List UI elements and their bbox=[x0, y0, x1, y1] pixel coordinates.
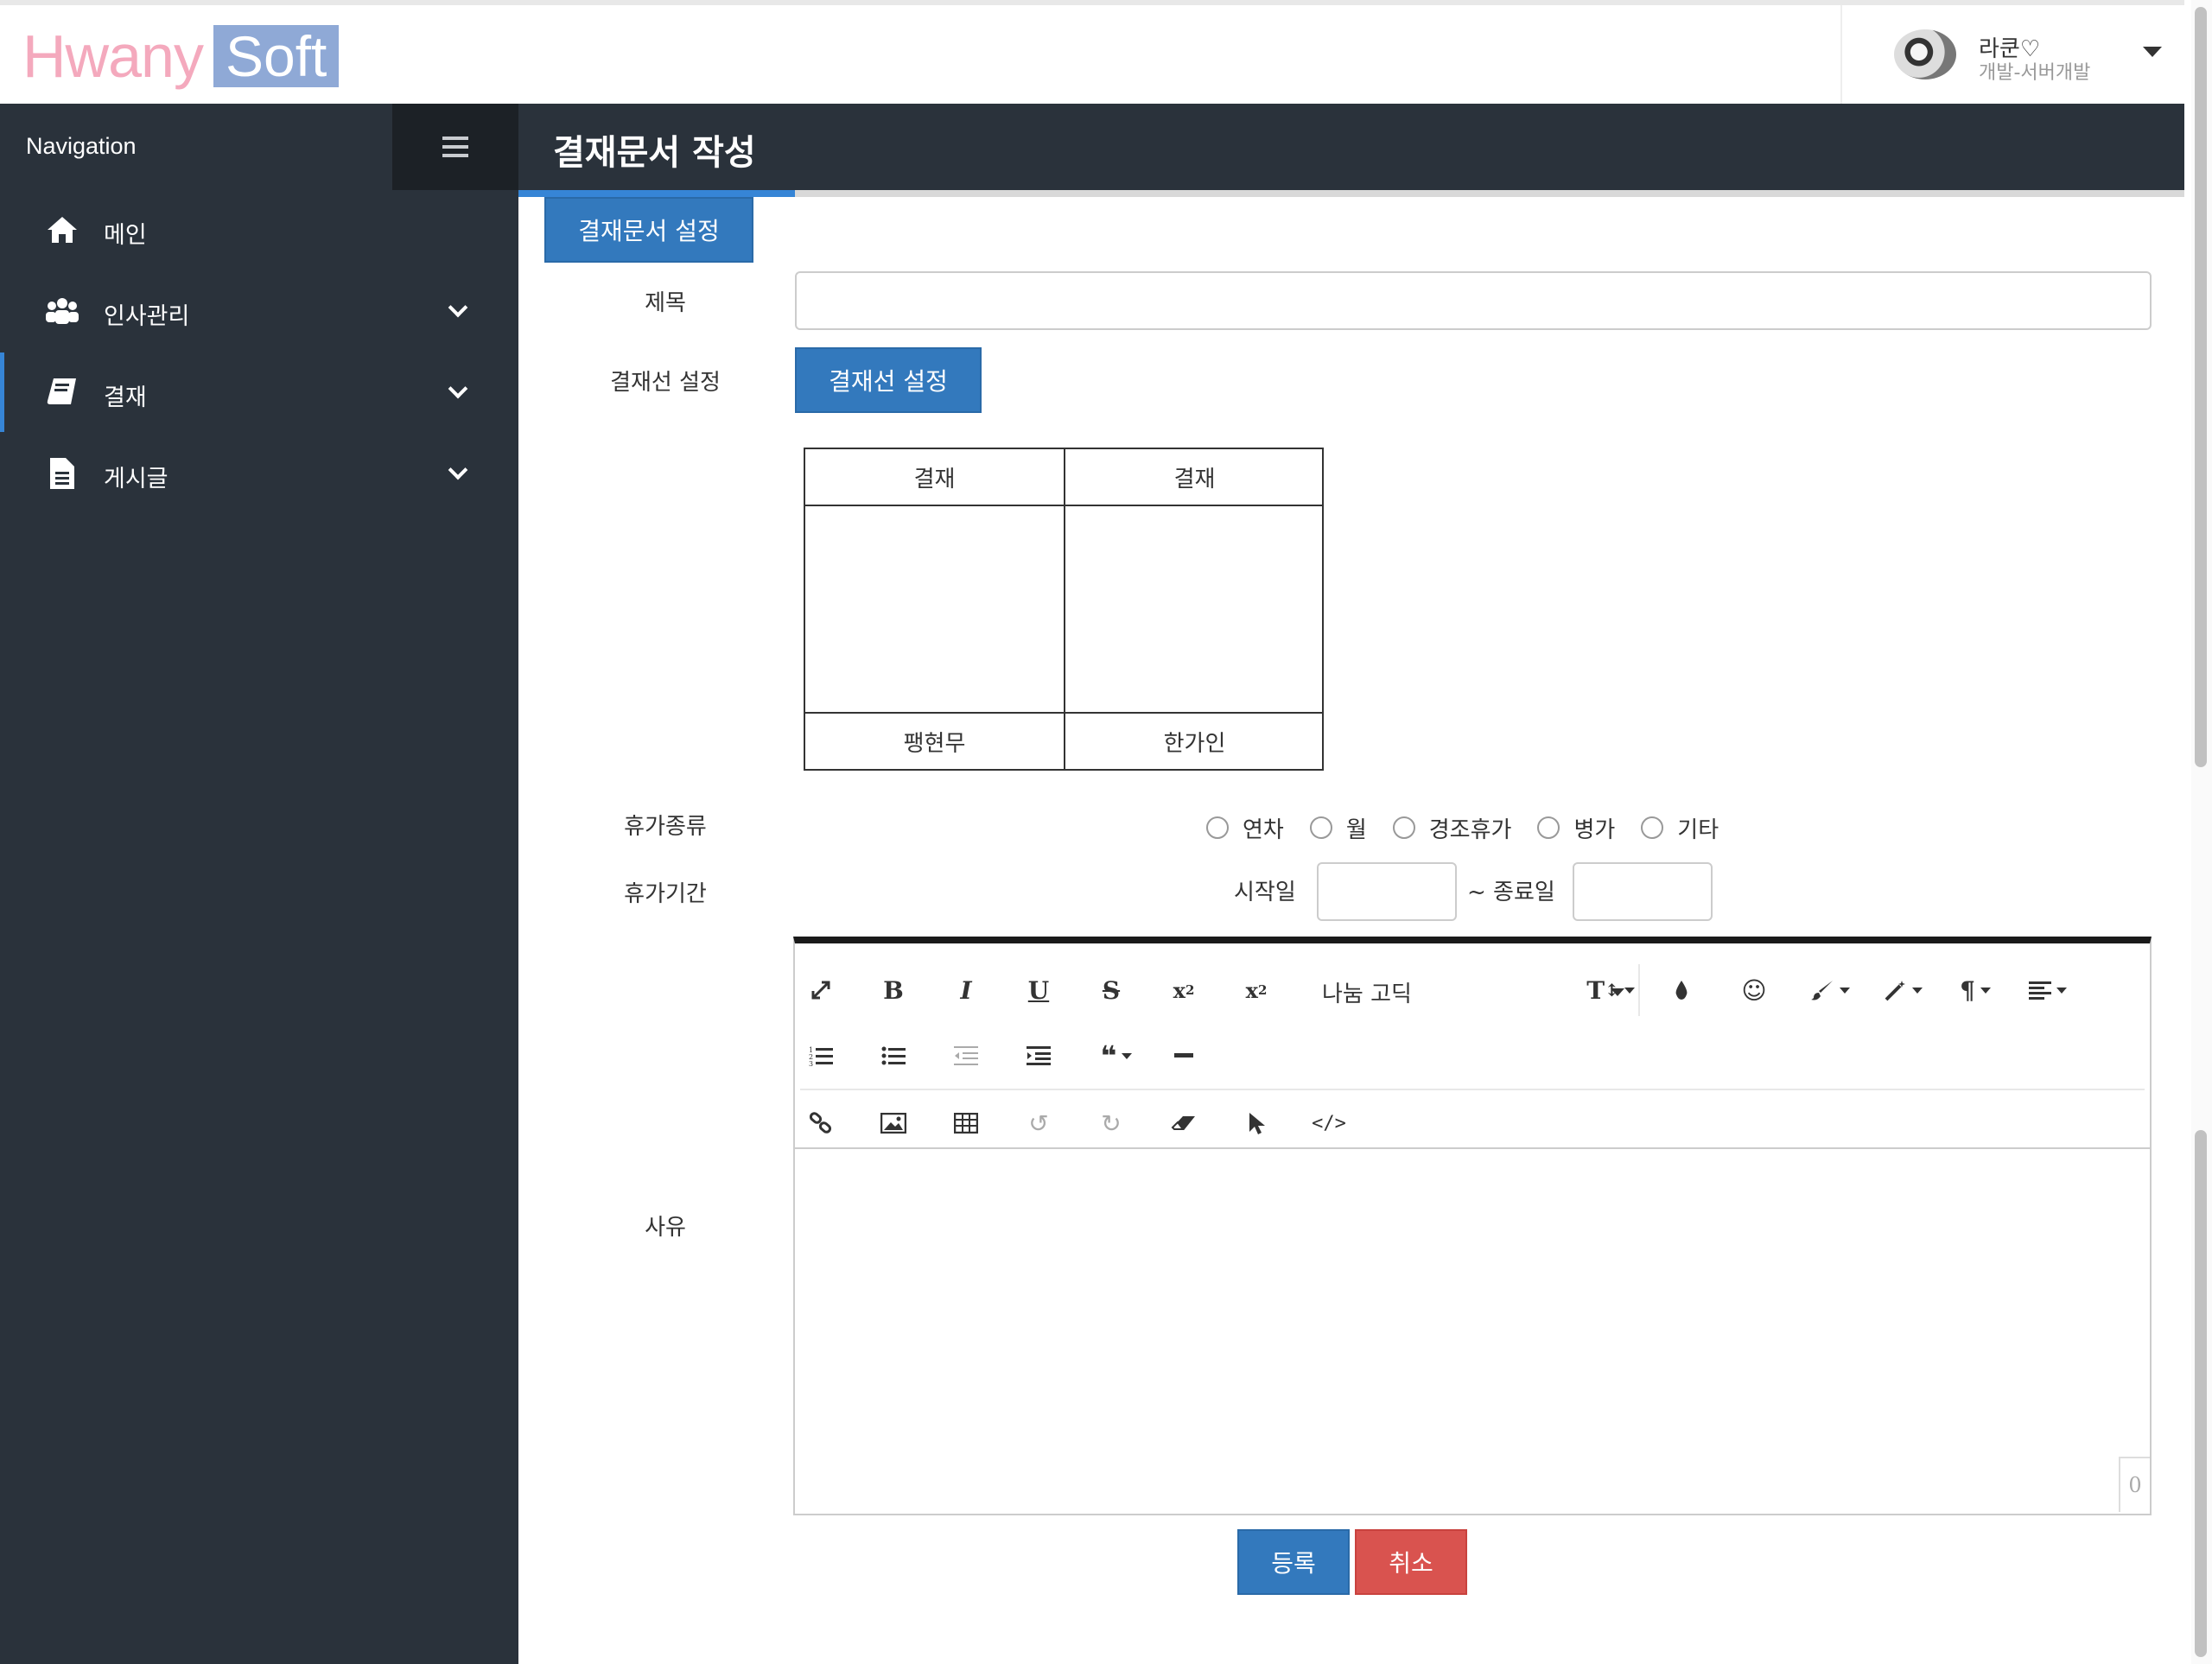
sidebar: Navigation 메인 인사관리 결재 게시글 bbox=[0, 104, 518, 1664]
image-icon[interactable] bbox=[868, 1099, 919, 1147]
approval-line-label: 결재선 설정 bbox=[610, 370, 721, 396]
chevron-down-icon bbox=[448, 378, 468, 399]
radio-label: 경조휴가 bbox=[1428, 816, 1512, 843]
radio-family-event[interactable] bbox=[1392, 816, 1415, 839]
magic-icon[interactable] bbox=[1872, 966, 1934, 1014]
sidebar-item-approval[interactable]: 결재 bbox=[0, 352, 518, 432]
radio-monthly[interactable] bbox=[1309, 816, 1332, 839]
approver-name-1: 팽현무 bbox=[903, 730, 966, 757]
sidebar-item-main[interactable]: 메인 bbox=[0, 190, 518, 270]
hamburger-icon bbox=[442, 137, 468, 140]
radio-annual[interactable] bbox=[1206, 816, 1229, 839]
link-icon[interactable] bbox=[795, 1099, 847, 1147]
unordered-list-icon[interactable] bbox=[868, 1032, 919, 1080]
subject-input[interactable] bbox=[795, 271, 2152, 330]
radio-label: 연차 bbox=[1243, 816, 1284, 843]
color-drop-icon[interactable] bbox=[1656, 966, 1707, 1014]
end-date-label: ~ 종료일 bbox=[1467, 880, 1555, 905]
brand-logo[interactable]: Hwany Soft bbox=[22, 22, 340, 90]
character-counter: 0 bbox=[2119, 1457, 2150, 1512]
approver-name-2: 한가인 bbox=[1163, 730, 1226, 757]
page-title: 결재문서 작성 bbox=[553, 133, 756, 173]
outdent-icon[interactable] bbox=[940, 1032, 992, 1080]
logo-text-soft: Soft bbox=[213, 25, 340, 87]
rich-text-editor: B I U S x2 x2 나눔 고딕 T ↕ ☺ ¶ 123 ❝ ↺ ↻ </… bbox=[793, 937, 2152, 1515]
book-icon bbox=[47, 378, 76, 404]
bold-icon[interactable]: B bbox=[868, 966, 919, 1014]
submit-button[interactable]: 등록 bbox=[1237, 1529, 1350, 1595]
sidebar-title: Navigation bbox=[26, 133, 137, 159]
cancel-button[interactable]: 취소 bbox=[1355, 1529, 1467, 1595]
chevron-down-icon[interactable] bbox=[2143, 47, 2162, 57]
underline-icon[interactable]: U bbox=[1013, 966, 1065, 1014]
user-position: 개발-서버개발 bbox=[1979, 62, 2091, 84]
superscript-icon[interactable]: x2 bbox=[1230, 966, 1282, 1014]
approval-stamp-1 bbox=[805, 506, 1064, 712]
page-header: 결재문서 작성 bbox=[518, 104, 2184, 190]
leave-period-label: 휴가기간 bbox=[624, 881, 707, 907]
subject-label: 제목 bbox=[645, 290, 686, 316]
approval-table: 결재 결재 팽현무 한가인 bbox=[804, 448, 1324, 771]
sidebar-header: Navigation bbox=[0, 104, 518, 190]
sidebar-item-posts[interactable]: 게시글 bbox=[0, 434, 518, 513]
user-menu[interactable]: 라쿤♡ 개발-서버개발 bbox=[1840, 5, 2184, 104]
ordered-list-icon[interactable]: 123 bbox=[795, 1032, 847, 1080]
paragraph-icon[interactable]: ¶ bbox=[1944, 966, 2006, 1014]
sidebar-item-label: 인사관리 bbox=[104, 303, 190, 330]
leave-type-label: 휴가종류 bbox=[624, 814, 707, 840]
blockquote-icon[interactable]: ❝ bbox=[1085, 1032, 1147, 1080]
start-date-label: 시작일 bbox=[1234, 880, 1296, 905]
sidebar-item-label: 메인 bbox=[104, 222, 147, 249]
code-view-icon[interactable]: </> bbox=[1303, 1099, 1355, 1147]
menu-toggle-button[interactable] bbox=[392, 104, 518, 190]
radio-label: 월 bbox=[1345, 816, 1367, 843]
sidebar-item-label: 결재 bbox=[104, 384, 147, 411]
radio-other[interactable] bbox=[1641, 816, 1664, 839]
top-header: Hwany Soft 라쿤♡ 개발-서버개발 bbox=[0, 0, 2184, 104]
emoji-icon[interactable]: ☺ bbox=[1728, 966, 1780, 1014]
tab-approval-settings[interactable]: 결재문서 설정 bbox=[544, 197, 753, 263]
svg-text:3: 3 bbox=[809, 1060, 813, 1066]
page-scrollbar-thumb[interactable] bbox=[2195, 7, 2207, 767]
font-family-value: 나눔 고딕 bbox=[1322, 981, 1412, 1007]
undo-icon[interactable]: ↺ bbox=[1013, 1099, 1065, 1147]
end-date-input[interactable] bbox=[1573, 862, 1713, 921]
expand-icon[interactable] bbox=[795, 966, 847, 1014]
indent-icon[interactable] bbox=[1013, 1032, 1065, 1080]
table-icon[interactable] bbox=[940, 1099, 992, 1147]
page-scrollbar-thumb-lower[interactable] bbox=[2195, 1130, 2207, 1657]
subscript-icon[interactable]: x2 bbox=[1158, 966, 1210, 1014]
start-date-input[interactable] bbox=[1317, 862, 1457, 921]
sidebar-item-hr[interactable]: 인사관리 bbox=[0, 271, 518, 351]
approval-header-2: 결재 bbox=[1173, 466, 1216, 492]
users-icon bbox=[46, 298, 79, 324]
approval-line-button[interactable]: 결재선 설정 bbox=[795, 347, 982, 413]
approval-header-1: 결재 bbox=[913, 466, 956, 492]
horizontal-rule-icon[interactable] bbox=[1158, 1032, 1210, 1080]
redo-icon[interactable]: ↻ bbox=[1085, 1099, 1137, 1147]
reason-editor-area[interactable] bbox=[795, 1147, 2150, 1514]
avatar bbox=[1894, 29, 1956, 79]
radio-label: 기타 bbox=[1677, 816, 1719, 843]
tab-bar bbox=[518, 190, 2184, 197]
sidebar-item-label: 게시글 bbox=[104, 466, 168, 492]
radio-sick[interactable] bbox=[1537, 816, 1560, 839]
leave-type-group: 연차 월 경조휴가 병가 기타 bbox=[1206, 810, 1745, 845]
home-icon bbox=[48, 217, 77, 243]
logo-text-hwany: Hwany bbox=[22, 22, 204, 90]
strikethrough-icon[interactable]: S bbox=[1085, 966, 1137, 1014]
reason-label: 사유 bbox=[645, 1215, 686, 1241]
radio-label: 병가 bbox=[1573, 816, 1616, 843]
chevron-down-icon bbox=[448, 460, 468, 480]
align-icon[interactable] bbox=[2017, 966, 2079, 1014]
font-size-icon[interactable]: T ↕ bbox=[1580, 966, 1642, 1014]
brush-icon[interactable] bbox=[1799, 966, 1861, 1014]
pointer-icon[interactable] bbox=[1230, 1099, 1282, 1147]
chevron-down-icon bbox=[448, 297, 468, 318]
italic-icon[interactable]: I bbox=[940, 966, 992, 1014]
document-icon bbox=[50, 458, 74, 489]
eraser-icon[interactable] bbox=[1158, 1099, 1210, 1147]
approval-stamp-2 bbox=[1065, 506, 1324, 712]
